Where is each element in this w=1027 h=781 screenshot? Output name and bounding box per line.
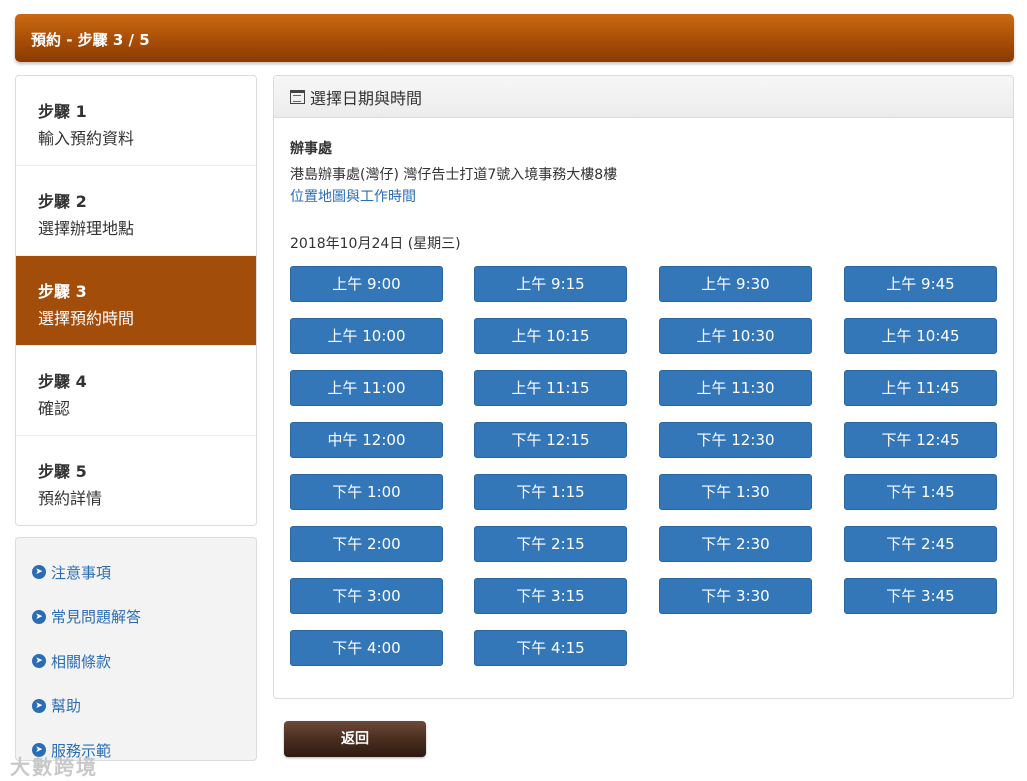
step-number: 步驟 2 bbox=[38, 192, 87, 211]
time-slot-button[interactable]: 下午 3:00 bbox=[290, 578, 443, 614]
time-slot-button[interactable]: 上午 10:00 bbox=[290, 318, 443, 354]
time-slot-button[interactable]: 上午 11:00 bbox=[290, 370, 443, 406]
time-slot-button[interactable]: 下午 1:00 bbox=[290, 474, 443, 510]
link-terms[interactable]: ➤ 相關條款 bbox=[16, 639, 256, 684]
link-label[interactable]: 常見問題解答 bbox=[51, 606, 141, 627]
step-header-title: 預約 - 步驟 3 / 5 bbox=[31, 31, 150, 49]
step-label: 確認 bbox=[38, 399, 71, 418]
link-label[interactable]: 注意事項 bbox=[51, 562, 111, 583]
step-label: 選擇辦理地點 bbox=[38, 219, 135, 238]
office-heading: 辦事處 bbox=[290, 141, 332, 157]
time-slot-button[interactable]: 下午 4:15 bbox=[474, 630, 627, 666]
time-slot-button[interactable]: 下午 3:45 bbox=[844, 578, 997, 614]
time-slot-button[interactable]: 下午 4:00 bbox=[290, 630, 443, 666]
time-slot-button[interactable]: 下午 1:15 bbox=[474, 474, 627, 510]
time-slot-button[interactable]: 上午 9:30 bbox=[659, 266, 812, 302]
time-slot-button[interactable]: 下午 3:30 bbox=[659, 578, 812, 614]
step-4: 步驟 4 確認 bbox=[16, 346, 256, 436]
time-slot-button[interactable]: 上午 9:15 bbox=[474, 266, 627, 302]
time-slot-button[interactable]: 下午 2:30 bbox=[659, 526, 812, 562]
watermark-logo: 大數跨境 bbox=[10, 755, 98, 779]
time-slot-button[interactable]: 中午 12:00 bbox=[290, 422, 443, 458]
panel-header: 選擇日期與時間 bbox=[274, 76, 1013, 118]
arrow-circle-right-icon: ➤ bbox=[32, 654, 46, 669]
time-slot-button[interactable]: 上午 10:15 bbox=[474, 318, 627, 354]
step-label: 選擇預約時間 bbox=[38, 309, 135, 328]
back-button[interactable]: 返回 bbox=[284, 721, 426, 757]
step-number: 步驟 4 bbox=[38, 372, 87, 391]
location-map-link[interactable]: 位置地圖與工作時間 bbox=[290, 186, 617, 206]
step-header-bar: 預約 - 步驟 3 / 5 bbox=[15, 14, 1014, 62]
step-3-active: 步驟 3 選擇預約時間 bbox=[16, 256, 256, 346]
step-1: 步驟 1 輸入預約資料 bbox=[16, 76, 256, 166]
arrow-circle-right-icon: ➤ bbox=[32, 565, 46, 580]
step-label: 預約詳情 bbox=[38, 489, 103, 508]
time-slot-button[interactable]: 下午 1:30 bbox=[659, 474, 812, 510]
time-slot-button[interactable]: 上午 10:45 bbox=[844, 318, 997, 354]
time-slot-button[interactable]: 下午 12:45 bbox=[844, 422, 997, 458]
time-slot-button[interactable]: 下午 12:15 bbox=[474, 422, 627, 458]
link-notes[interactable]: ➤ 注意事項 bbox=[16, 550, 256, 595]
time-slot-button[interactable]: 上午 11:45 bbox=[844, 370, 997, 406]
link-help[interactable]: ➤ 幫助 bbox=[16, 684, 256, 729]
time-slot-button[interactable]: 下午 2:15 bbox=[474, 526, 627, 562]
date-time-panel: 選擇日期與時間 辦事處 港島辦事處(灣仔) 灣仔告士打道7號入境事務大樓8樓 位… bbox=[273, 75, 1014, 699]
step-5: 步驟 5 預約詳情 bbox=[16, 436, 256, 525]
office-address: 港島辦事處(灣仔) 灣仔告士打道7號入境事務大樓8樓 bbox=[290, 167, 618, 183]
time-slot-button[interactable]: 下午 2:45 bbox=[844, 526, 997, 562]
link-faq[interactable]: ➤ 常見問題解答 bbox=[16, 595, 256, 640]
time-slot-button[interactable]: 下午 12:30 bbox=[659, 422, 812, 458]
office-info: 辦事處 港島辦事處(灣仔) 灣仔告士打道7號入境事務大樓8樓 位置地圖與工作時間 bbox=[290, 138, 617, 206]
time-slot-button[interactable]: 上午 11:30 bbox=[659, 370, 812, 406]
step-number: 步驟 5 bbox=[38, 462, 87, 481]
time-slot-button[interactable]: 下午 1:45 bbox=[844, 474, 997, 510]
time-slot-button[interactable]: 上午 9:45 bbox=[844, 266, 997, 302]
step-2: 步驟 2 選擇辦理地點 bbox=[16, 166, 256, 256]
arrow-circle-right-icon: ➤ bbox=[32, 698, 46, 713]
selected-date: 2018年10月24日 (星期三) bbox=[290, 236, 461, 252]
steps-sidebar: 步驟 1 輸入預約資料 步驟 2 選擇辦理地點 步驟 3 選擇預約時間 步驟 4… bbox=[15, 75, 257, 526]
time-slot-button[interactable]: 下午 3:15 bbox=[474, 578, 627, 614]
time-slot-button[interactable]: 上午 11:15 bbox=[474, 370, 627, 406]
link-label[interactable]: 相關條款 bbox=[51, 651, 111, 672]
arrow-circle-right-icon: ➤ bbox=[32, 609, 46, 624]
step-number: 步驟 3 bbox=[38, 282, 87, 301]
link-label[interactable]: 幫助 bbox=[51, 695, 81, 716]
panel-title: 選擇日期與時間 bbox=[310, 88, 423, 108]
step-number: 步驟 1 bbox=[38, 102, 87, 121]
step-label: 輸入預約資料 bbox=[38, 129, 135, 148]
time-slot-button[interactable]: 上午 10:30 bbox=[659, 318, 812, 354]
help-links-panel: ➤ 注意事項 ➤ 常見問題解答 ➤ 相關條款 ➤ 幫助 ➤ 服務示範 bbox=[15, 537, 257, 761]
calendar-icon bbox=[290, 89, 305, 104]
time-slot-button[interactable]: 下午 2:00 bbox=[290, 526, 443, 562]
time-slot-button[interactable]: 上午 9:00 bbox=[290, 266, 443, 302]
